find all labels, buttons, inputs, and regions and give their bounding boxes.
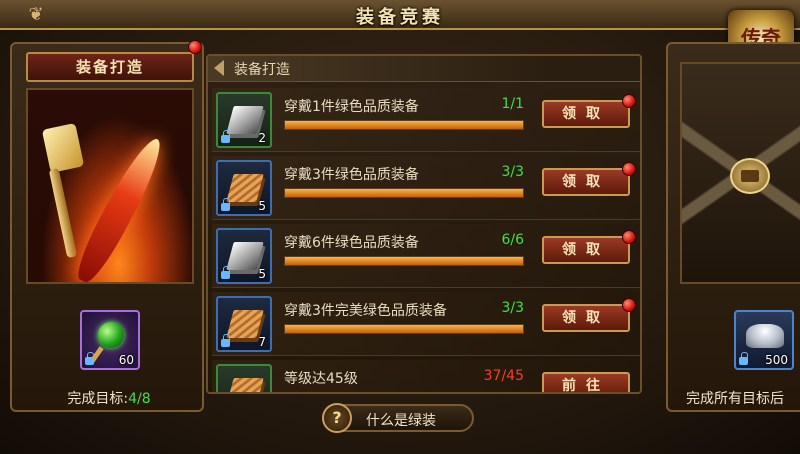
claim-button[interactable]: 领取 — [542, 162, 636, 196]
task-list-panel[interactable]: 装备打造 2 穿戴1件绿色品质装备 1/1 领取 5 穿戴3件绿色品质装备 3/… — [206, 54, 642, 394]
notification-dot — [188, 40, 202, 54]
task-description: 穿戴1件绿色品质装备 — [284, 99, 419, 115]
reward-item-slot[interactable]: 5 — [216, 160, 272, 216]
wood-material-icon — [226, 378, 264, 392]
hammer-icon — [41, 122, 85, 174]
lock-icon — [739, 352, 748, 365]
progress-bar-fill — [285, 393, 480, 394]
notification-dot — [622, 162, 636, 176]
hammer-handle — [48, 167, 78, 259]
reward-item-slot[interactable]: 5 — [216, 228, 272, 284]
game-window: ❦ 装备竞赛 传奇 装备打造 60 完成目标:4/8 装备打造 2 穿戴1件绿色… — [0, 0, 800, 454]
goal-progress: 4/8 — [128, 391, 151, 407]
silver-ingot-icon — [746, 324, 784, 348]
item-count: 7 — [258, 335, 266, 349]
task-progress: 6/6 — [501, 232, 524, 248]
lock-icon — [85, 352, 94, 365]
notification-dot — [622, 94, 636, 108]
claim-button-label: 领取 — [562, 242, 610, 258]
final-goal-text: 完成所有目标后 — [686, 391, 784, 407]
task-progress: 37/45 — [483, 368, 524, 384]
item-count: 5 — [258, 199, 266, 213]
task-row: 7 穿戴3件完美绿色品质装备 3/3 领取 — [212, 292, 640, 356]
lock-icon — [221, 334, 230, 347]
task-row: 等级达45级 37/45 前往 — [212, 360, 640, 394]
wood-material-icon — [226, 310, 264, 338]
task-row: 5 穿戴6件绿色品质装备 6/6 领取 — [212, 224, 640, 288]
task-description: 穿戴3件完美绿色品质装备 — [284, 303, 447, 319]
task-progress: 1/1 — [501, 96, 524, 112]
goal-label: 完成目标: — [67, 391, 129, 407]
progress-bar — [284, 392, 524, 394]
page-title: 装备竞赛 — [356, 7, 444, 28]
progress-bar-fill — [285, 257, 523, 265]
progress-bar — [284, 324, 524, 334]
task-list-header: 装备打造 — [208, 56, 640, 82]
lock-icon — [221, 130, 230, 143]
claim-button[interactable]: 领取 — [542, 298, 636, 332]
chest-lock-icon — [730, 158, 770, 194]
item-count: 2 — [258, 131, 266, 145]
arrow-left-icon — [214, 60, 224, 76]
lock-icon — [221, 198, 230, 211]
claim-button[interactable]: 领取 — [542, 94, 636, 128]
reward-item-slot[interactable]: 7 — [216, 296, 272, 352]
task-row: 5 穿戴3件绿色品质装备 3/3 领取 — [212, 156, 640, 220]
task-description: 穿戴3件绿色品质装备 — [284, 167, 419, 183]
reward-item-slot[interactable]: 500 — [734, 310, 794, 370]
goto-button[interactable]: 前往 — [542, 372, 630, 394]
progress-bar-fill — [285, 189, 523, 197]
reward-item-slot[interactable]: 2 — [216, 92, 272, 148]
claim-button-label: 领取 — [562, 174, 610, 190]
help-icon: ? — [322, 403, 352, 433]
locked-chest-artwork — [680, 62, 800, 284]
reward-item-slot[interactable] — [216, 364, 272, 392]
reward-item-slot[interactable]: 60 — [80, 310, 140, 370]
progress-bar — [284, 120, 524, 130]
progress-bar — [284, 188, 524, 198]
item-count: 5 — [258, 267, 266, 281]
task-progress: 3/3 — [501, 300, 524, 316]
progress-bar-fill — [285, 121, 523, 129]
right-panel: 500 完成所有目标后 — [666, 42, 800, 412]
silver-ingots-icon — [226, 242, 264, 270]
left-panel-title: 装备打造 — [26, 52, 194, 82]
task-progress: 3/3 — [501, 164, 524, 180]
forge-artwork — [26, 88, 194, 284]
claim-button-label: 领取 — [562, 106, 610, 122]
claim-button[interactable]: 领取 — [542, 230, 636, 264]
goal-text: 完成目标:4/8 — [12, 388, 206, 408]
what-is-green-gear-label: 什么是绿装 — [366, 413, 436, 429]
task-list-title: 装备打造 — [234, 62, 290, 78]
silver-ingots-icon — [226, 106, 264, 134]
task-description: 等级达45级 — [284, 371, 358, 387]
progress-bar — [284, 256, 524, 266]
lock-icon — [221, 266, 230, 279]
title-bar: ❦ 装备竞赛 — [0, 0, 800, 30]
notification-dot — [622, 230, 636, 244]
wood-material-icon — [226, 174, 264, 202]
progress-bar-fill — [285, 325, 523, 333]
claim-button-label: 领取 — [562, 310, 610, 326]
goto-button-label: 前往 — [562, 378, 610, 394]
what-is-green-gear-button[interactable]: ? 什么是绿装 — [322, 403, 474, 433]
flaming-sword-icon — [70, 132, 170, 282]
left-panel: 装备打造 60 完成目标:4/8 — [10, 40, 206, 412]
item-count: 500 — [765, 353, 788, 367]
task-description: 穿戴6件绿色品质装备 — [284, 235, 419, 251]
task-row: 2 穿戴1件绿色品质装备 1/1 领取 — [212, 88, 640, 152]
item-count: 60 — [118, 353, 134, 367]
notification-dot — [622, 298, 636, 312]
green-gem-icon — [98, 322, 124, 348]
